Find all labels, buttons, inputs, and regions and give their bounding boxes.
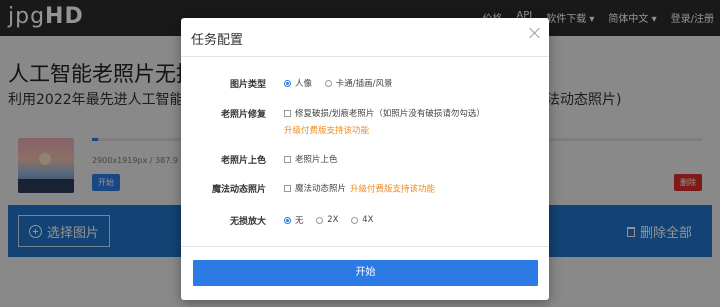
radio-unchecked-icon [351, 216, 359, 224]
animate-label: 魔法动态照片 [211, 185, 266, 195]
checkbox-icon [284, 109, 291, 117]
radio-upscale-4x[interactable]: 4X [351, 215, 373, 225]
radio-cartoon[interactable]: 卡通/插画/风景 [324, 77, 392, 89]
radio-checked-icon [284, 79, 291, 87]
repair-upgrade-link[interactable]: 升级付费版支持该功能 [284, 124, 495, 136]
checkbox-colorize[interactable]: 老照片上色 [284, 153, 338, 165]
task-config-dialog: 任务配置 图片类型 人像 卡通/插画/风景 老照片修复 修复破损/划痕老照片（如… [181, 18, 549, 300]
colorize-label: 老照片上色 [220, 156, 266, 166]
dialog-title: 任务配置 [191, 33, 244, 48]
radio-checked-icon [284, 216, 291, 224]
repair-label: 老照片修复 [220, 110, 266, 120]
start-button[interactable]: 开始 [193, 260, 538, 286]
close-icon[interactable] [529, 27, 541, 39]
checkbox-icon [284, 155, 291, 163]
radio-upscale-none[interactable]: 无 [284, 214, 304, 226]
dialog-footer: 开始 [181, 246, 549, 300]
radio-unchecked-icon [316, 216, 324, 224]
checkbox-icon [284, 184, 291, 192]
radio-unchecked-icon [324, 79, 332, 87]
animate-upgrade-link[interactable]: 升级付费版支持该功能 [350, 185, 435, 195]
radio-portrait[interactable]: 人像 [284, 77, 312, 89]
checkbox-animate[interactable]: 魔法动态照片 [284, 182, 346, 194]
dialog-header: 任务配置 [181, 18, 549, 57]
checkbox-repair[interactable]: 修复破损/划痕老照片（如照片没有破损请勿勾选） [284, 107, 485, 119]
radio-upscale-2x[interactable]: 2X [316, 215, 338, 225]
image-type-label: 图片类型 [229, 80, 266, 90]
upscale-label: 无损放大 [229, 217, 266, 227]
